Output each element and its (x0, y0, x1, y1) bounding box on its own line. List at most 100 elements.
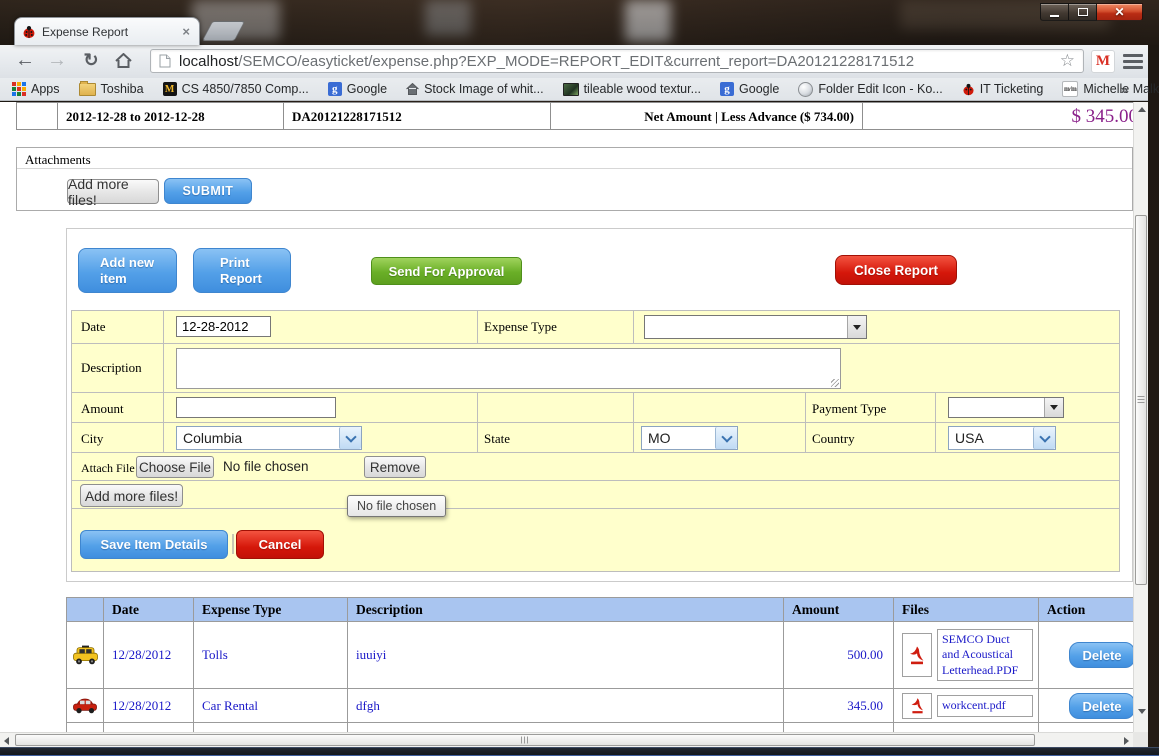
scroll-left-icon[interactable] (4, 737, 9, 745)
pdf-icon (907, 645, 927, 665)
attach-file-label: Attach File (81, 461, 135, 476)
pdf-file-icon-box[interactable] (902, 693, 932, 719)
resize-grip-icon[interactable] (831, 379, 839, 387)
payment-type-select[interactable] (948, 397, 1064, 418)
taxi-icon (72, 645, 99, 666)
add-new-item-button[interactable]: Add new item (78, 248, 177, 293)
back-button[interactable]: ← (12, 47, 38, 73)
bookmark-google-1[interactable]: g Google (328, 82, 387, 96)
ladybug-favicon-icon (22, 25, 36, 39)
forward-button[interactable]: → (44, 47, 70, 73)
expense-type-select[interactable] (644, 315, 867, 339)
gmail-extension-button[interactable]: M (1091, 50, 1115, 73)
row-description: iuuiyi (348, 622, 784, 688)
google-icon: g (720, 82, 734, 96)
row-expense-type: Tolls (194, 622, 348, 688)
bookmark-it-ticketing[interactable]: IT Ticketing (962, 82, 1044, 96)
window-minimize-button[interactable] (1040, 3, 1069, 21)
amount-input[interactable] (176, 397, 336, 418)
bookmark-michelle-malkin[interactable]: m⁄m Michelle Malkin (1062, 81, 1159, 97)
bookmark-stock-image[interactable]: Stock Image of whit... (406, 82, 544, 96)
payment-type-label: Payment Type (806, 393, 936, 422)
bookmark-star-icon[interactable]: ☆ (1060, 51, 1075, 71)
state-select[interactable]: MO (641, 426, 738, 450)
mm-icon: m⁄m (1062, 81, 1078, 97)
no-file-chosen-text: No file chosen (223, 459, 309, 474)
country-select[interactable]: USA (948, 426, 1056, 450)
save-item-details-button[interactable]: Save Item Details (80, 530, 228, 559)
items-table-header: Date Expense Type Description Amount Fil… (66, 597, 1133, 622)
reload-button[interactable]: ↻ (78, 47, 104, 73)
pdf-icon (909, 697, 926, 714)
choose-file-button[interactable]: Choose File (136, 456, 214, 478)
net-amount-label: Net Amount | Less Advance ($ 734.00) (550, 102, 863, 130)
expense-items-table: Date Expense Type Description Amount Fil… (66, 597, 1133, 732)
vertical-scrollbar[interactable] (1133, 102, 1148, 732)
row-date: 12/28/2012 (104, 689, 194, 722)
delete-button[interactable]: Delete (1069, 642, 1133, 668)
bookmark-cs4850[interactable]: M CS 4850/7850 Comp... (163, 82, 309, 96)
row-expense-type: Car Rental (194, 689, 348, 722)
form-row-amount: Amount Payment Type (71, 392, 1120, 423)
bookmark-apps[interactable]: Apps (12, 82, 60, 96)
horizontal-scrollbar[interactable] (0, 732, 1133, 747)
bookmark-tileable-wood[interactable]: tileable wood textur... (563, 82, 701, 96)
button-divider (232, 534, 234, 554)
window-maximize-button[interactable] (1069, 3, 1097, 21)
window-controls: ✕ (1040, 3, 1143, 21)
description-label: Description (72, 344, 164, 392)
folder-icon (79, 83, 96, 96)
item-add-more-files-button[interactable]: Add more files! (80, 484, 183, 507)
home-icon (115, 53, 132, 68)
dropdown-chevron-icon (715, 427, 737, 449)
url-path: /SEMCO/easyticket/expense.php?EXP_MODE=R… (238, 53, 914, 70)
form-row-add-more-files: Add more files! (71, 480, 1120, 509)
window-close-button[interactable]: ✕ (1097, 3, 1143, 21)
scroll-up-icon[interactable] (1138, 107, 1146, 112)
dropdown-chevron-icon (339, 427, 361, 449)
browser-menu-button[interactable] (1123, 54, 1143, 69)
amount-label: Amount (72, 393, 164, 422)
date-input[interactable] (176, 316, 271, 337)
file-link[interactable]: SEMCO Duct and Acoustical Letterhead.PDF (937, 629, 1033, 682)
remove-file-button[interactable]: Remove (364, 456, 426, 478)
description-textarea[interactable] (176, 348, 841, 389)
bookmarks-bar: Apps Toshiba M CS 4850/7850 Comp... g Go… (0, 78, 1148, 101)
tab-close-icon[interactable]: × (180, 24, 192, 39)
print-report-button[interactable]: Print Report (193, 248, 291, 293)
home-button[interactable] (110, 47, 136, 73)
city-select[interactable]: Columbia (176, 426, 362, 450)
file-link[interactable]: workcent.pdf (937, 695, 1033, 717)
city-label: City (72, 423, 164, 452)
header-action: Action (1039, 598, 1133, 621)
browser-tab[interactable]: Expense Report × (14, 17, 200, 45)
bookmark-google-2[interactable]: g Google (720, 82, 779, 96)
attachments-add-more-files-button[interactable]: Add more files! (67, 179, 159, 204)
bookmarks-overflow-chevron[interactable]: » (1121, 82, 1128, 97)
bookmark-toshiba[interactable]: Toshiba (79, 82, 144, 96)
form-row-date: Date Expense Type (71, 310, 1120, 344)
car-icon (72, 697, 98, 714)
close-report-button[interactable]: Close Report (835, 255, 957, 285)
bookmark-folder-edit-icon[interactable]: Folder Edit Icon - Ko... (798, 82, 942, 97)
header-amount: Amount (784, 598, 894, 621)
cancel-button[interactable]: Cancel (236, 530, 324, 559)
header-files: Files (894, 598, 1039, 621)
horizontal-scrollbar-thumb[interactable] (15, 734, 1035, 746)
send-for-approval-button[interactable]: Send For Approval (371, 257, 522, 285)
header-date: Date (104, 598, 194, 621)
row-description: dfgh (348, 689, 784, 722)
scroll-right-icon[interactable] (1124, 737, 1129, 745)
address-bar[interactable]: localhost/SEMCO/easyticket/expense.php?E… (150, 49, 1084, 73)
vertical-scrollbar-thumb[interactable] (1135, 215, 1147, 585)
ladybug-icon (962, 83, 975, 96)
form-row-description: Description (71, 343, 1120, 393)
scroll-down-icon[interactable] (1138, 709, 1146, 714)
pdf-file-icon-box[interactable] (902, 633, 932, 677)
row-amount: 500.00 (784, 622, 894, 688)
attachments-submit-button[interactable]: SUBMIT (164, 178, 252, 204)
table-row (66, 723, 1133, 732)
header-description: Description (348, 598, 784, 621)
file-input-tooltip: No file chosen (347, 495, 446, 517)
delete-button[interactable]: Delete (1069, 693, 1133, 719)
